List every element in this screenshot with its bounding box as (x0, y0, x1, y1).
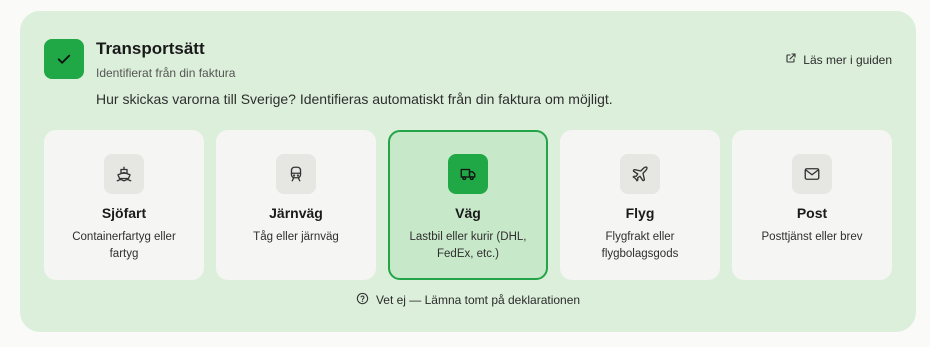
option-name: Väg (455, 205, 481, 221)
option-description: Lastbil eller kurir (DHL, FedEx, etc.) (409, 231, 527, 260)
check-icon (44, 39, 84, 79)
guide-link-label: Läs mer i guiden (803, 52, 892, 67)
plane-icon (620, 154, 660, 194)
truck-icon (448, 154, 488, 194)
unknown-option-label: Vet ej — Lämna tomt på deklarationen (375, 293, 581, 307)
option-card-post[interactable]: Post Posttjänst eller brev (732, 130, 892, 280)
option-card-sjofart[interactable]: Sjöfart Containerfartyg eller fartyg (44, 130, 204, 280)
option-card-jarnvag[interactable]: Järnväg Tåg eller järnväg (216, 130, 376, 280)
option-name: Post (796, 205, 828, 221)
option-description: Posttjänst eller brev (761, 231, 863, 243)
option-name: Järnväg (269, 205, 323, 221)
option-name: Sjöfart (101, 205, 147, 221)
external-link-icon (785, 52, 797, 67)
help-circle-icon (356, 292, 369, 308)
section-title: Transportsätt (96, 39, 205, 58)
question-text: Hur skickas varorna till Sverige? Identi… (96, 91, 613, 107)
train-icon (276, 154, 316, 194)
mail-icon (792, 154, 832, 194)
option-card-vag[interactable]: Väg Lastbil eller kurir (DHL, FedEx, etc… (388, 130, 548, 280)
option-description: Tåg eller järnväg (253, 231, 339, 243)
section-subtitle: Identifierat från din faktura (96, 66, 236, 80)
transport-mode-panel: Transportsätt Identifierat från din fakt… (20, 11, 916, 332)
option-name: Flyg (625, 205, 655, 221)
guide-link[interactable]: Läs mer i guiden (785, 52, 892, 67)
option-description: Containerfartyg eller fartyg (72, 231, 176, 260)
ship-icon (104, 154, 144, 194)
option-card-flyg[interactable]: Flyg Flygfrakt eller flygbolagsgods (560, 130, 720, 280)
unknown-option[interactable]: Vet ej — Lämna tomt på deklarationen (20, 292, 916, 308)
option-description: Flygfrakt eller flygbolagsgods (601, 231, 679, 260)
transport-options: Sjöfart Containerfartyg eller fartyg Jär… (44, 130, 892, 280)
